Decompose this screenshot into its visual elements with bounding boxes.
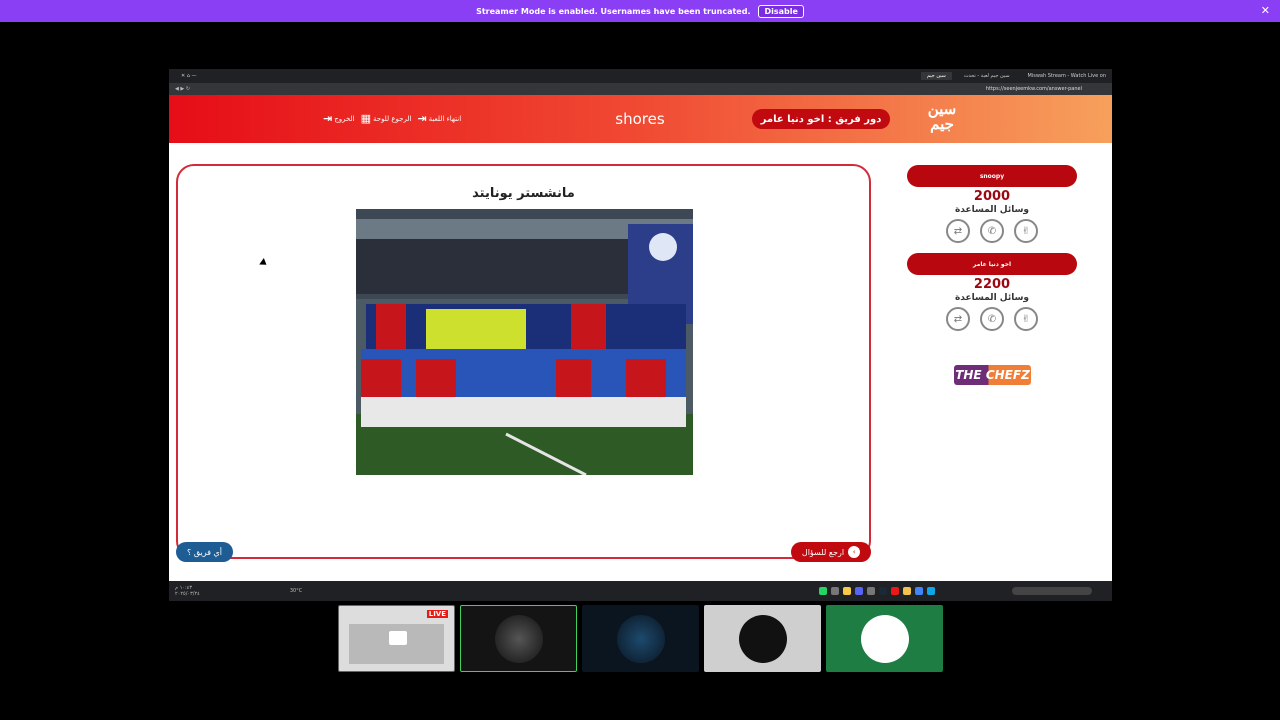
stream-thumbnail[interactable]: LIVE xyxy=(338,605,455,672)
team-score: 2000 xyxy=(973,189,1011,204)
two-answers-icon[interactable]: ✌ xyxy=(1014,219,1038,243)
participant-thumbnails: LIVE xyxy=(338,605,943,672)
lifelines-label: وسائل المساعدة xyxy=(954,205,1030,215)
window-controls[interactable]: ✕ ⌂ — xyxy=(175,72,203,80)
taskbar-weather[interactable]: 30°C xyxy=(290,588,302,594)
back-to-board-link[interactable]: ▦ الرجوع للوحة xyxy=(361,112,412,125)
back-to-board-label: الرجوع للوحة xyxy=(372,114,412,123)
header-nav: ⇥ الخروج ▦ الرجوع للوحة ⇥ انتهاء اللعبة xyxy=(323,112,461,125)
sponsor-chefz: CHEFZ xyxy=(985,368,1030,382)
taskbar-search-input[interactable] xyxy=(1012,587,1092,595)
shared-screen: ✕ ⌂ — سين جيم سين جيم لعبة - تحدث Miswah… xyxy=(169,69,1112,601)
team-photo-illustration xyxy=(356,209,693,475)
address-bar: ◀ ▶ ↻ https://seenjeemkw.com/answer-pane… xyxy=(169,83,1112,95)
avatar xyxy=(616,614,665,663)
which-team-button[interactable]: أي فريق ؟ xyxy=(176,542,233,562)
game-header: سين جيم دور فريق : اخو دنيا عامر shores … xyxy=(169,95,1112,143)
chrome-icon[interactable] xyxy=(915,587,923,595)
swap-question-icon[interactable]: ⇄ xyxy=(946,307,970,331)
browser-tab[interactable]: سين جيم xyxy=(920,72,952,80)
arrow-right-icon: ⇥ xyxy=(417,112,427,125)
app-icon[interactable] xyxy=(867,587,875,595)
taskbar-date: ٢٠٢٥/٠٣/٢٤ xyxy=(175,591,200,597)
back-to-question-button[interactable]: › ارجع للسؤال xyxy=(791,542,871,562)
current-turn-badge: دور فريق : اخو دنيا عامر xyxy=(752,109,890,129)
whatsapp-icon[interactable] xyxy=(819,587,827,595)
streamer-mode-banner: Streamer Mode is enabled. Usernames have… xyxy=(0,0,1280,22)
taskbar-app-icons xyxy=(819,587,935,595)
team-name: snoopy xyxy=(907,165,1077,187)
team-card: اخو دنيا عامر 2200 وسائل المساعدة ⇄ ✆ ✌ xyxy=(907,253,1077,331)
windows-taskbar: ١٠:٤٣ م ٢٠٢٥/٠٣/٢٤ 30°C xyxy=(169,581,1112,601)
browser-nav-icons[interactable]: ◀ ▶ ↻ xyxy=(175,86,190,92)
avatar xyxy=(494,614,543,663)
end-game-link[interactable]: ⇥ انتهاء اللعبة xyxy=(417,112,461,125)
participant-avatar-tile[interactable] xyxy=(460,605,577,672)
url-text[interactable]: https://seenjeemkw.com/answer-panel xyxy=(986,86,1082,92)
live-badge: LIVE xyxy=(426,610,448,618)
exit-link[interactable]: ⇥ الخروج xyxy=(323,112,355,125)
two-answers-icon[interactable]: ✌ xyxy=(1014,307,1038,331)
chevron-right-icon: › xyxy=(848,546,861,558)
participant-avatar-tile[interactable] xyxy=(582,605,699,672)
edge-icon[interactable] xyxy=(927,587,935,595)
phone-friend-icon[interactable]: ✆ xyxy=(980,307,1004,331)
grid-icon: ▦ xyxy=(360,112,371,125)
discord-icon[interactable] xyxy=(855,587,863,595)
avatar xyxy=(860,614,909,663)
team-card: snoopy 2000 وسائل المساعدة ⇄ ✆ ✌ xyxy=(907,165,1077,243)
lifelines-row: ⇄ ✆ ✌ xyxy=(907,219,1077,243)
end-game-label: انتهاء اللعبة xyxy=(428,114,462,123)
browser-tab-bar: ✕ ⌂ — سين جيم سين جيم لعبة - تحدث Miswah… xyxy=(169,69,1112,83)
game-page: سين جيم دور فريق : اخو دنيا عامر shores … xyxy=(169,95,1112,581)
page-title: shores xyxy=(615,110,665,128)
back-to-question-label: ارجع للسؤال xyxy=(801,547,845,557)
steam-icon[interactable] xyxy=(879,587,887,595)
teams-panel: snoopy 2000 وسائل المساعدة ⇄ ✆ ✌ اخو دني… xyxy=(907,165,1077,341)
phone-friend-icon[interactable]: ✆ xyxy=(980,219,1004,243)
app-icon[interactable] xyxy=(831,587,839,595)
banner-text: Streamer Mode is enabled. Usernames have… xyxy=(476,6,751,16)
swap-question-icon[interactable]: ⇄ xyxy=(946,219,970,243)
answer-text: مانشستر يونايتد xyxy=(472,186,575,201)
sponsor-the: THE xyxy=(955,368,982,382)
avatar xyxy=(738,614,787,663)
disable-button[interactable]: Disable xyxy=(758,4,804,18)
taskbar-clock: ١٠:٤٣ م ٢٠٢٥/٠٣/٢٤ xyxy=(175,585,200,597)
browser-tab[interactable]: سين جيم لعبة - تحدث xyxy=(958,72,1016,80)
app-icon[interactable] xyxy=(891,587,899,595)
lifelines-row: ⇄ ✆ ✌ xyxy=(907,307,1077,331)
close-icon[interactable]: ✕ xyxy=(1261,4,1270,17)
browser-tab[interactable]: Miswah Stream - Watch Live on xyxy=(1022,72,1112,80)
team-score: 2200 xyxy=(973,277,1011,292)
answer-box: مانشستر يونايتد xyxy=(176,164,871,559)
team-name: اخو دنيا عامر xyxy=(907,253,1077,275)
participant-avatar-tile[interactable] xyxy=(704,605,821,672)
app-icon[interactable] xyxy=(843,587,851,595)
the-chefz-sponsor-logo: THE CHEFZ xyxy=(954,365,1031,385)
seen-jeem-logo: سين جيم xyxy=(927,100,957,133)
participant-avatar-tile[interactable] xyxy=(826,605,943,672)
exit-icon: ⇥ xyxy=(323,112,333,125)
lifelines-label: وسائل المساعدة xyxy=(954,293,1030,303)
answer-image xyxy=(356,209,693,475)
exit-label: الخروج xyxy=(334,114,355,123)
folder-icon[interactable] xyxy=(903,587,911,595)
